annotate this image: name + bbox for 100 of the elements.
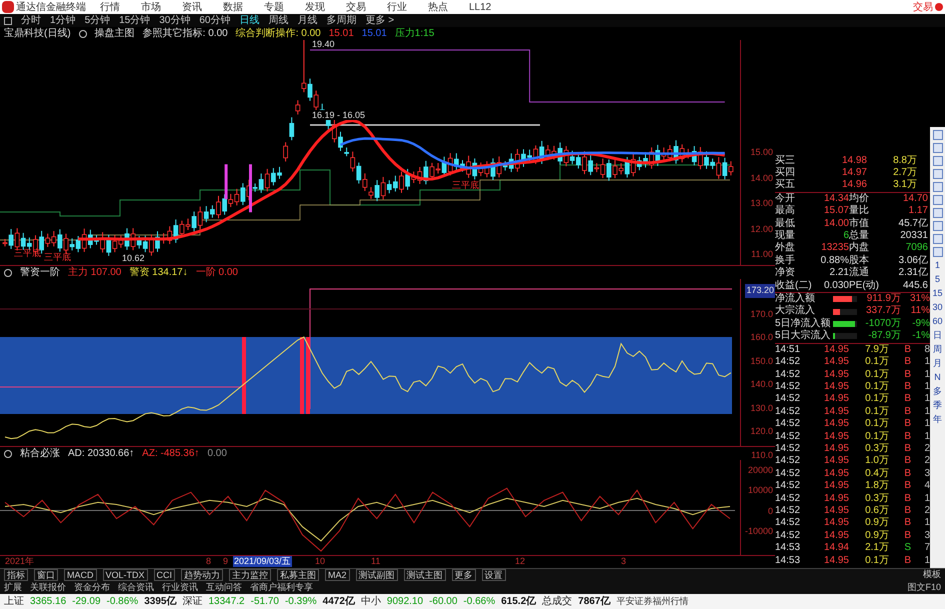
period-button[interactable]: 多 (933, 386, 942, 397)
tick-price: 14.94 (822, 542, 849, 555)
period-tab[interactable]: 60分钟 (199, 13, 230, 28)
indicator-tab[interactable]: 私募主图 (277, 569, 320, 581)
period-button[interactable]: 季 (933, 400, 942, 411)
period-tab[interactable]: 月线 (298, 13, 318, 28)
axis-label: 20000 (748, 465, 773, 476)
info-tab[interactable]: 综合资讯 (118, 580, 154, 594)
info-tab[interactable]: 扩展 (4, 580, 22, 594)
tick-side: B (903, 430, 911, 443)
price-label: 19.40 (312, 39, 335, 49)
period-button[interactable]: 月 (933, 358, 942, 369)
stat-value: 2.31亿 (898, 267, 928, 280)
indicator-tab[interactable]: 趋势动力 (181, 569, 224, 581)
tick-side: B (903, 344, 911, 356)
status-text: 上证 (4, 594, 24, 609)
indicator-tab[interactable]: VOL-TDX (102, 569, 148, 581)
menu-item[interactable]: 市场 (141, 0, 161, 14)
period-tab[interactable]: 分时 (21, 13, 41, 28)
tick-volume: 0.6万 (864, 504, 889, 518)
stat-label: 量比 (849, 205, 870, 218)
indicator-value: 压力1:15 (394, 27, 434, 41)
period-button[interactable]: N (934, 372, 941, 383)
period-tab[interactable]: 5分钟 (84, 13, 110, 28)
order-price: 14.96 (840, 179, 867, 192)
template-button[interactable]: 模板 (923, 568, 941, 582)
period-button[interactable]: 1 (934, 260, 940, 271)
trade-button[interactable]: 交易 (913, 0, 933, 14)
period-button[interactable]: 5 (934, 274, 940, 285)
menu-item[interactable]: 行业 (387, 0, 407, 14)
info-tab[interactable]: 省商户福利专享 (250, 580, 313, 594)
indicator-name[interactable]: 警资一阶 (20, 265, 60, 280)
indicator-tab[interactable]: 测试副图 (356, 569, 398, 581)
tick-price: 14.95 (822, 380, 849, 394)
info-tab[interactable]: 互动问答 (206, 580, 242, 594)
tick-time: 14:51 (775, 344, 802, 356)
tick-count: 1 (923, 356, 930, 368)
axis-marker: 173.20 (745, 284, 775, 298)
indicator-name[interactable]: 粘合必涨 (20, 446, 60, 461)
period-tab[interactable]: 日线 (240, 13, 260, 28)
info-tab[interactable]: 资金分布 (74, 580, 110, 594)
period-button[interactable]: 周 (933, 344, 942, 355)
axis-label: 120.0 (750, 425, 774, 438)
menu-item[interactable]: LL12 (469, 0, 492, 14)
period-tab[interactable]: 周线 (268, 13, 288, 28)
indicator-value: 综合判断操作: 0.00 (236, 27, 321, 40)
period-button[interactable]: 15 (932, 288, 942, 299)
order-label: 买五 (775, 179, 796, 192)
info-tab[interactable]: 行业资讯 (162, 580, 198, 594)
stat-label: 现量 (775, 230, 796, 242)
stat-value: 3.06亿 (898, 254, 928, 267)
chart-title: 宝鼎科技(日线) (4, 27, 71, 41)
menu-item[interactable]: 发现 (305, 0, 325, 14)
tick-price: 14.95 (822, 492, 849, 505)
period-button[interactable]: 30 (932, 302, 942, 313)
status-text: 中小 (360, 594, 381, 609)
indicator-name[interactable]: 操盘主图 (94, 27, 135, 41)
period-button[interactable]: 日 (933, 330, 942, 341)
indicator-tab[interactable]: MA2 (325, 569, 350, 581)
menu-item[interactable]: 行情 (100, 0, 120, 14)
indicator-value: 15.01 (362, 27, 387, 41)
period-button[interactable]: 年 (933, 414, 942, 425)
indicator-tab[interactable]: 测试主图 (404, 569, 446, 581)
indicator-value: 主力 107.00 (68, 266, 122, 280)
window-icon[interactable] (4, 16, 12, 24)
tick-volume: 0.1万 (864, 418, 889, 431)
menu-item[interactable]: 数据 (223, 0, 243, 14)
period-tab[interactable]: 更多 > (366, 13, 394, 28)
period-tab[interactable]: 30分钟 (159, 13, 190, 28)
flow-amount: 337.7万 (864, 305, 901, 318)
order-price: 14.98 (840, 154, 867, 167)
indicator-tab[interactable]: 窗口 (34, 569, 58, 581)
stat-value: 14.34 (822, 192, 849, 206)
period-tab[interactable]: 多周期 (326, 13, 356, 28)
price-label: 16.19 - 16.05 (312, 110, 366, 120)
period-tab[interactable]: 15分钟 (119, 13, 150, 28)
stat-value: 445.6 (902, 280, 928, 292)
order-label: 买三 (775, 154, 796, 167)
indicator-tab[interactable]: MACD (64, 569, 96, 581)
menu-item[interactable]: 热点 (428, 0, 448, 14)
period-tab[interactable]: 1分钟 (50, 13, 76, 28)
stat-label: 换手 (775, 254, 796, 267)
menu-item[interactable]: 资讯 (182, 0, 202, 14)
flow-label: 5日净流入额 (775, 318, 832, 330)
tick-time: 14:52 (775, 530, 802, 542)
period-button[interactable]: 60 (932, 316, 942, 327)
indicator-tab[interactable]: CCI (154, 569, 176, 581)
indicator-tab[interactable]: 更多 (452, 569, 476, 581)
info-tab[interactable]: 关联报价 (30, 580, 66, 594)
date-label: 2021年 (4, 556, 36, 567)
menu-item[interactable]: 交易 (346, 0, 366, 14)
menu-item[interactable]: 专题 (264, 0, 284, 14)
f10-button[interactable]: 图文F10 (907, 580, 941, 594)
flow-percent: 31% (908, 293, 930, 306)
indicator-tab[interactable]: 主力监控 (229, 569, 272, 581)
axis-label: -10000 (744, 526, 773, 536)
indicator-tab[interactable]: 指标 (4, 569, 28, 581)
stat-label: 均价 (849, 192, 870, 204)
indicator-tab[interactable]: 设置 (482, 569, 506, 581)
status-text: -0.86% (106, 595, 138, 609)
